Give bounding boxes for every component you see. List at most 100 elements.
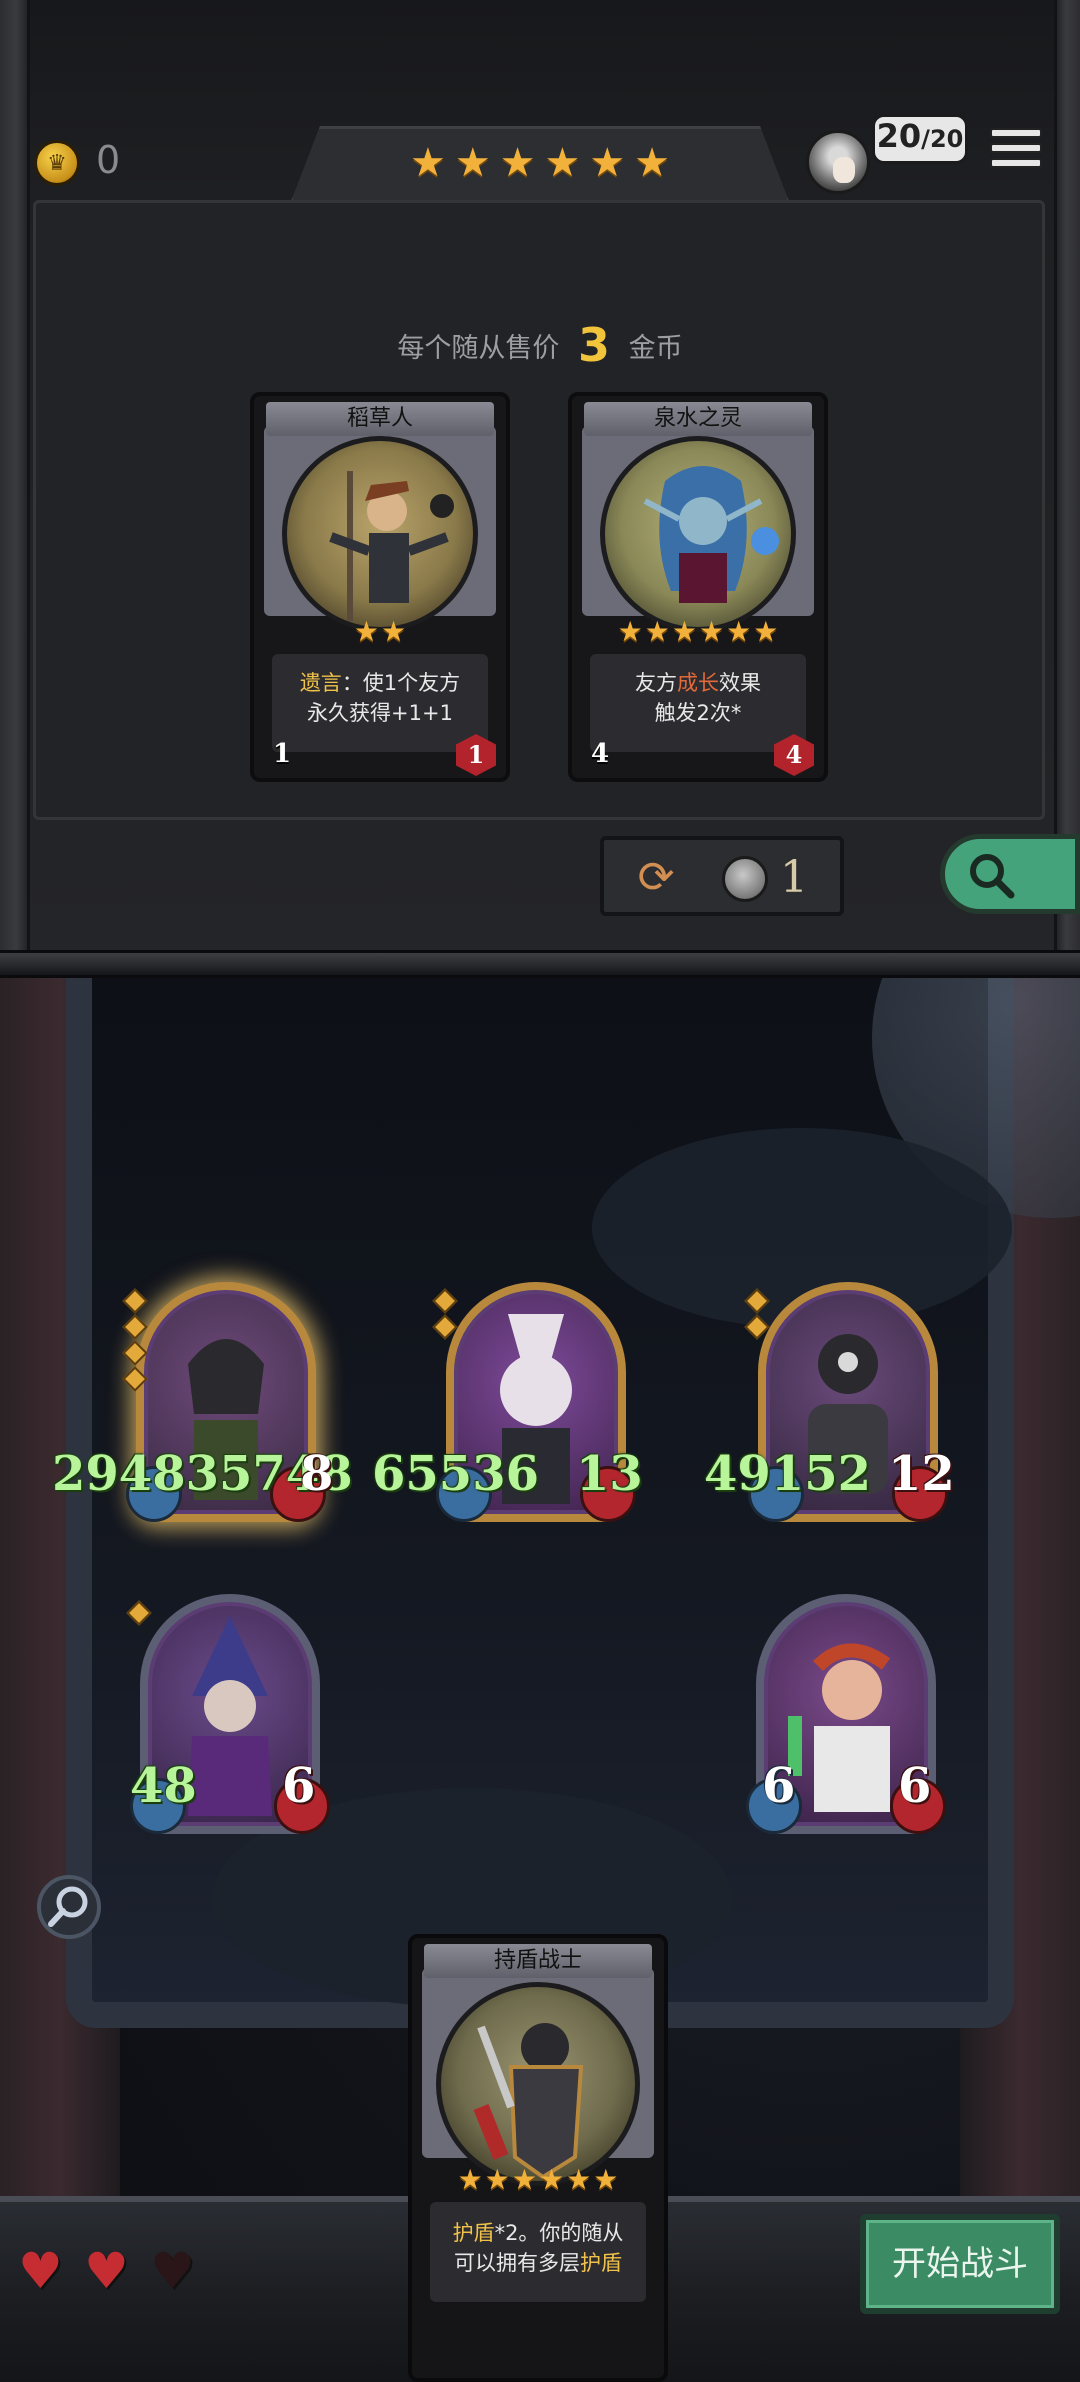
card-text-post: 效果 — [719, 671, 761, 695]
hamburger-icon — [990, 128, 1042, 138]
opponents-separator: / — [921, 125, 930, 153]
shop-card-scarecrow[interactable]: 稻草人 ★★ 遗言：使1个友方 永久获得+1+1 1 1 — [250, 392, 510, 782]
card-tier-stars: ★★★★★★ — [572, 618, 824, 646]
deathrattle-keyword: 遗言 — [299, 671, 342, 695]
sell-price-line: 每个随从售价 3 金币 — [0, 318, 1080, 372]
star-icon: ★ — [671, 615, 697, 648]
minion-3-health: 12 — [888, 1446, 955, 1502]
star-icon: ★ — [484, 2163, 510, 2196]
minion-4-health: 6 — [282, 1758, 316, 1814]
scarecrow-portrait — [282, 436, 478, 632]
crown-coin-icon: ♛ — [34, 140, 80, 186]
player-lives: ♥ ♥ ♥ — [14, 2240, 204, 2300]
sell-price-prefix: 每个随从售价 — [397, 333, 560, 364]
card-description: 遗言：使1个友方 永久获得+1+1 — [272, 654, 488, 752]
tier-pip-icon — [432, 1314, 458, 1340]
tier-pips — [126, 1600, 152, 1630]
tier-pip-icon — [122, 1340, 148, 1366]
minion-5-attack: 6 — [762, 1758, 796, 1814]
star-icon: ★ — [381, 615, 407, 648]
card-text-line2: 触发2次* — [654, 701, 742, 725]
star-icon: ★ — [593, 2163, 619, 2196]
card-name: 持盾战士 — [424, 1944, 652, 1978]
shield-keyword: 护盾 — [452, 2221, 495, 2245]
tier-star-icon: ★ — [410, 140, 446, 186]
star-icon: ★ — [726, 615, 752, 648]
shop-frame-left — [0, 0, 30, 955]
refresh-cost: 1 — [780, 852, 808, 903]
panel-divider — [0, 950, 1080, 978]
minion-3-attack: 49152 — [704, 1446, 871, 1502]
tier-pip-icon — [744, 1314, 770, 1340]
tier-star-icon: ★ — [544, 140, 581, 186]
star-icon: ★ — [644, 615, 670, 648]
card-text-line2: 永久获得+1+1 — [307, 701, 453, 725]
tier-pip-icon — [432, 1288, 458, 1314]
tier-star-icon: ★ — [499, 140, 536, 186]
spring-spirit-portrait — [600, 436, 796, 632]
heart-icon: ♥ — [150, 2242, 195, 2300]
tier-star-icon: ★ — [634, 140, 670, 186]
shop-area — [33, 200, 1045, 820]
gold-count: 0 — [96, 138, 121, 182]
shop-card-spring-spirit[interactable]: 泉水之灵 ★★★★★★ 友方成长效果 触发2次* 4 4 — [568, 392, 828, 782]
start-battle-button[interactable]: 开始战斗 — [860, 2214, 1060, 2314]
tier-pip-icon — [122, 1314, 148, 1340]
card-text-line1: ：使1个友方 — [341, 671, 461, 695]
tier-pips — [122, 1288, 148, 1396]
shield-warrior-portrait — [436, 1982, 640, 2186]
inspect-button[interactable] — [940, 834, 1080, 914]
refresh-arrows-icon: ⟳ — [637, 852, 675, 903]
silver-coin-icon — [722, 856, 768, 902]
opponents-current: 20 — [876, 117, 922, 155]
opponents-max: 20 — [929, 125, 964, 153]
minion-1-health: 8 — [300, 1446, 334, 1502]
tier-star-icon: ★ — [454, 140, 491, 186]
opponents-remaining-badge: 20 / 20 — [872, 114, 968, 164]
card-tier-stars: ★★ — [254, 618, 506, 646]
sell-price-amount: 3 — [577, 318, 610, 372]
minion-4-attack: 48 — [130, 1758, 197, 1814]
star-icon: ★ — [753, 615, 779, 648]
zoom-button[interactable] — [36, 1874, 102, 1940]
star-icon: ★ — [539, 2163, 565, 2196]
shop-frame-right — [1054, 0, 1080, 955]
player-avatar[interactable] — [806, 130, 870, 194]
card-description: 友方成长效果 触发2次* — [590, 654, 806, 752]
growth-keyword: 成长 — [677, 671, 719, 695]
minion-2-attack: 65536 — [372, 1446, 539, 1502]
minion-5-health: 6 — [898, 1758, 932, 1814]
tier-pips — [432, 1288, 458, 1344]
card-attack: 4 — [582, 734, 618, 774]
refresh-shop-button[interactable]: ⟳ 1 — [600, 836, 844, 916]
card-text-line2: 可以拥有多层 — [454, 2251, 580, 2275]
minion-2-health: 13 — [576, 1446, 643, 1502]
menu-button[interactable] — [990, 128, 1042, 178]
card-description: 护盾*2。你的随从 可以拥有多层护盾 — [430, 2202, 646, 2302]
star-icon: ★ — [457, 2163, 483, 2196]
magnifier-icon — [970, 854, 1015, 899]
star-icon: ★ — [511, 2163, 537, 2196]
tier-pips — [744, 1288, 770, 1344]
tier-pip-icon — [744, 1288, 770, 1314]
card-name: 泉水之灵 — [584, 402, 812, 436]
heart-icon: ♥ — [18, 2242, 63, 2300]
tier-pip-icon — [122, 1366, 148, 1392]
heart-icon: ♥ — [84, 2242, 129, 2300]
tier-star-icon: ★ — [589, 140, 626, 186]
star-icon: ★ — [617, 615, 643, 648]
star-icon: ★ — [566, 2163, 592, 2196]
card-text-pre: 友方 — [635, 671, 677, 695]
tavern-tier-stars: ★ ★ ★ ★ ★ ★ — [410, 138, 670, 188]
tier-pip-icon — [122, 1288, 148, 1314]
star-icon: ★ — [353, 615, 379, 648]
hand-card-shield-warrior[interactable]: 持盾战士 ★★★★★★ 护盾*2。你的随从 可以拥有多层护盾 — [408, 1934, 668, 2382]
card-attack: 1 — [264, 734, 300, 774]
tier-pip-icon — [126, 1600, 152, 1626]
star-icon: ★ — [699, 615, 725, 648]
shop-panel: ★ ★ ★ ★ ★ ★ ♛ 0 20 / 20 每个随从售价 3 金币 稻草人 ★★ — [0, 0, 1080, 955]
card-text-line1: *2。你的随从 — [494, 2221, 624, 2245]
sell-price-suffix: 金币 — [628, 333, 683, 364]
card-tier-stars: ★★★★★★ — [412, 2166, 664, 2194]
card-name: 稻草人 — [266, 402, 494, 436]
